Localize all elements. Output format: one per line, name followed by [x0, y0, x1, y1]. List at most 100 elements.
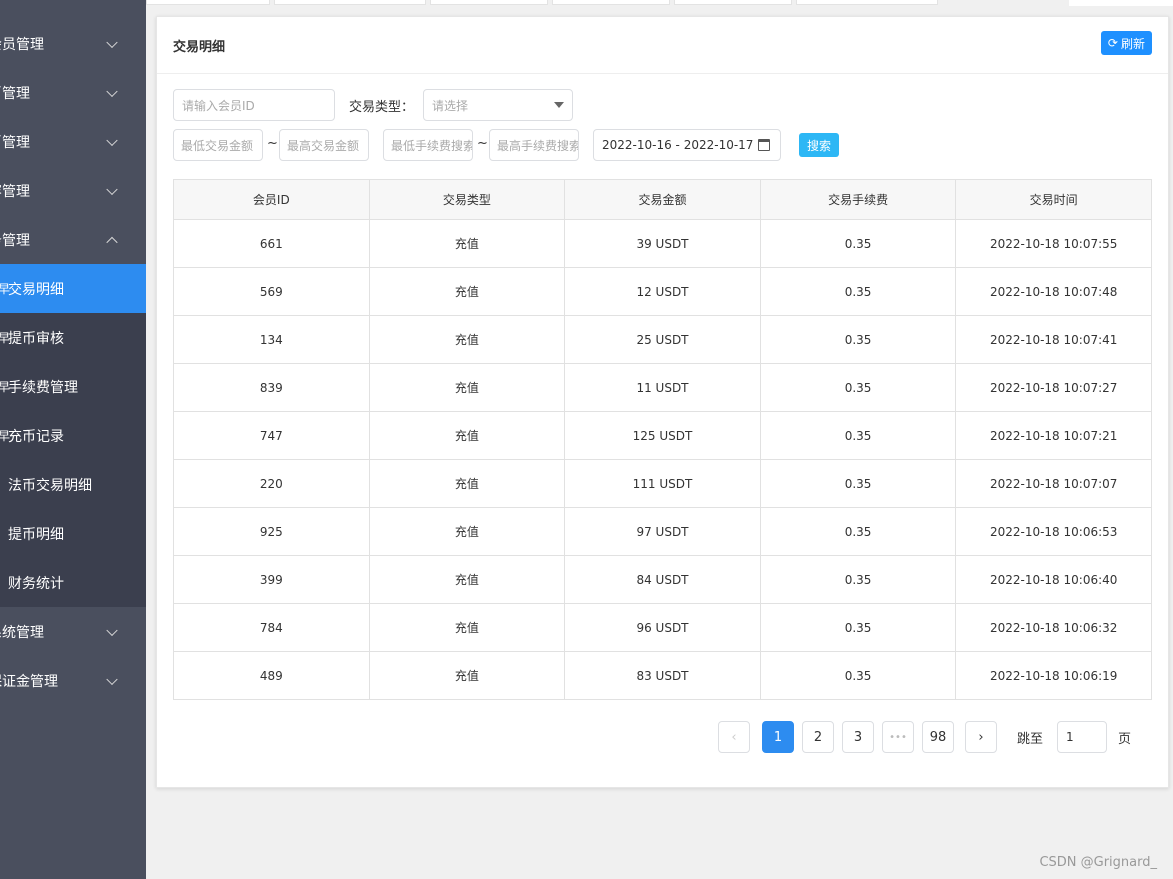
max-fee-placeholder: 最高手续费搜索 — [497, 138, 579, 153]
trade-detail-card: 交易明细 ⟳ 刷新 请输入会员ID 交易类型： 请选择 最低交易金额 ~ 最高交… — [156, 16, 1169, 788]
trade-type-select[interactable]: 请选择 — [423, 89, 573, 121]
max-fee-input[interactable]: 最高手续费搜索 — [489, 129, 579, 161]
card-header: 交易明细 ⟳ 刷新 — [157, 17, 1168, 74]
table-row[interactable]: 925 充值 97 USDT 0.35 2022-10-18 10:06:53 — [173, 507, 1152, 556]
table-cell: 充值 — [368, 459, 566, 508]
date-range-picker[interactable]: 2022-10-16 - 2022-10-17 — [593, 129, 781, 161]
min-fee-input[interactable]: 最低手续费搜索 — [383, 129, 473, 161]
table-row[interactable]: 661 充值 39 USDT 0.35 2022-10-18 10:07:55 — [173, 219, 1152, 268]
menu-label: 保证金管理 — [0, 673, 58, 690]
range-separator: ~ — [477, 136, 488, 151]
sidebar-item-fiat-trade-detail[interactable]: 法币交易明细 — [0, 460, 146, 509]
page-button-1[interactable]: 1 — [762, 721, 794, 753]
top-tab[interactable] — [674, 0, 792, 5]
jump-page-input[interactable]: 1 — [1057, 721, 1107, 753]
page-button-last[interactable]: 98 — [922, 721, 954, 753]
refresh-button[interactable]: ⟳ 刷新 — [1100, 31, 1152, 55]
table-row[interactable]: 569 充值 12 USDT 0.35 2022-10-18 10:07:48 — [173, 267, 1152, 316]
table-row[interactable]: 839 充值 11 USDT 0.35 2022-10-18 10:07:27 — [173, 363, 1152, 412]
table-cell: 97 USDT — [564, 507, 761, 556]
table-row[interactable]: 220 充值 111 USDT 0.35 2022-10-18 10:07:07 — [173, 459, 1152, 508]
table-cell: 2022-10-18 10:06:40 — [955, 555, 1152, 604]
table-row[interactable]: 747 充值 125 USDT 0.35 2022-10-18 10:07:21 — [173, 411, 1152, 460]
table-cell: 661 — [173, 219, 370, 268]
table-cell: 充值 — [368, 507, 566, 556]
table-cell: 125 USDT — [564, 411, 761, 460]
sidebar-menu-deposit-margin[interactable]: 保证金管理 — [0, 656, 146, 705]
sidebar-item-label: 法币交易明细 — [8, 477, 92, 494]
menu-label: 会员管理 — [0, 36, 44, 53]
sidebar-menu-system[interactable]: 系统管理 — [0, 607, 146, 656]
jump-label: 跳至 — [1017, 732, 1044, 747]
menu-bullet-icon: 早 — [0, 380, 11, 394]
sidebar-menu-member[interactable]: 会员管理 — [0, 19, 146, 68]
table-cell: 0.35 — [759, 267, 957, 316]
table-header-row: 会员ID 交易类型 交易金额 交易手续费 交易时间 — [173, 179, 1152, 220]
sidebar-item-withdraw-detail[interactable]: 提币明细 — [0, 509, 146, 558]
page-button-3[interactable]: 3 — [842, 721, 874, 753]
prev-page-button[interactable]: ‹ — [718, 721, 750, 753]
table-cell: 111 USDT — [564, 459, 761, 508]
sidebar-menu-coin-2[interactable]: 币管理 — [0, 117, 146, 166]
table-cell: 2022-10-18 10:07:21 — [955, 411, 1152, 460]
sidebar-item-fee-management[interactable]: 早 手续费管理 — [0, 362, 146, 411]
sidebar-item-withdraw-review[interactable]: 早 提币审核 — [0, 313, 146, 362]
page-title: 交易明细 — [173, 40, 226, 55]
min-amount-input[interactable]: 最低交易金额 — [173, 129, 263, 161]
table-cell: 220 — [173, 459, 370, 508]
table-row[interactable]: 784 充值 96 USDT 0.35 2022-10-18 10:06:32 — [173, 603, 1152, 652]
top-tab[interactable] — [146, 0, 270, 5]
table-cell: 84 USDT — [564, 555, 761, 604]
table-cell: 12 USDT — [564, 267, 761, 316]
table-cell: 充值 — [368, 651, 566, 700]
table-cell: 2022-10-18 10:06:19 — [955, 651, 1152, 700]
sidebar-item-finance-stats[interactable]: 财务统计 — [0, 558, 146, 607]
table-cell: 0.35 — [759, 603, 957, 652]
column-header-fee[interactable]: 交易手续费 — [759, 179, 957, 220]
top-tab[interactable] — [552, 0, 670, 5]
menu-label: 系统管理 — [0, 624, 44, 641]
table-cell: 0.35 — [759, 219, 957, 268]
top-tab[interactable] — [274, 0, 426, 5]
table-row[interactable]: 134 充值 25 USDT 0.35 2022-10-18 10:07:41 — [173, 315, 1152, 364]
sidebar-item-label: 提币审核 — [8, 330, 64, 347]
column-header-amount[interactable]: 交易金额 — [564, 179, 761, 220]
member-id-input[interactable]: 请输入会员ID — [173, 89, 335, 121]
table-cell: 0.35 — [759, 555, 957, 604]
sidebar: 会员管理 币管理 币管理 容管理 务管理 早 交易明细 早 提币审核 早 手续费… — [0, 0, 146, 879]
menu-bullet-icon: 早 — [0, 282, 11, 296]
menu-label: 容管理 — [0, 183, 30, 200]
table-cell: 11 USDT — [564, 363, 761, 412]
page-ellipsis[interactable]: ••• — [882, 721, 914, 753]
page-button-2[interactable]: 2 — [802, 721, 834, 753]
chevron-down-icon — [106, 85, 118, 97]
sidebar-menu-coin[interactable]: 币管理 — [0, 68, 146, 117]
column-header-time[interactable]: 交易时间 — [955, 179, 1152, 220]
chevron-down-icon — [106, 624, 118, 636]
sidebar-item-label: 财务统计 — [8, 575, 64, 592]
column-header-trade-type[interactable]: 交易类型 — [368, 179, 566, 220]
sidebar-item-label: 手续费管理 — [8, 379, 78, 396]
table-cell: 充值 — [368, 411, 566, 460]
next-page-button[interactable]: › — [965, 721, 997, 753]
sidebar-item-trade-detail[interactable]: 早 交易明细 — [0, 264, 146, 313]
max-amount-input[interactable]: 最高交易金额 — [279, 129, 369, 161]
chevron-down-icon — [106, 673, 118, 685]
sidebar-item-deposit-records[interactable]: 早 充币记录 — [0, 411, 146, 460]
menu-bullet-icon: 早 — [0, 429, 11, 443]
table-cell: 0.35 — [759, 315, 957, 364]
trade-type-placeholder: 请选择 — [432, 98, 469, 113]
top-tab[interactable] — [430, 0, 548, 5]
top-tab[interactable] — [796, 0, 938, 5]
sidebar-menu-content[interactable]: 容管理 — [0, 166, 146, 215]
refresh-icon: ⟳ — [1107, 36, 1118, 50]
sidebar-menu-finance[interactable]: 务管理 — [0, 215, 146, 264]
table-cell: 充值 — [368, 555, 566, 604]
sidebar-item-label: 充币记录 — [8, 428, 64, 445]
chevron-down-icon — [106, 134, 118, 146]
column-header-member-id[interactable]: 会员ID — [173, 179, 370, 220]
table-row[interactable]: 489 充值 83 USDT 0.35 2022-10-18 10:06:19 — [173, 651, 1152, 700]
table-row[interactable]: 399 充值 84 USDT 0.35 2022-10-18 10:06:40 — [173, 555, 1152, 604]
search-button[interactable]: 搜索 — [799, 133, 840, 157]
range-separator: ~ — [267, 136, 278, 151]
